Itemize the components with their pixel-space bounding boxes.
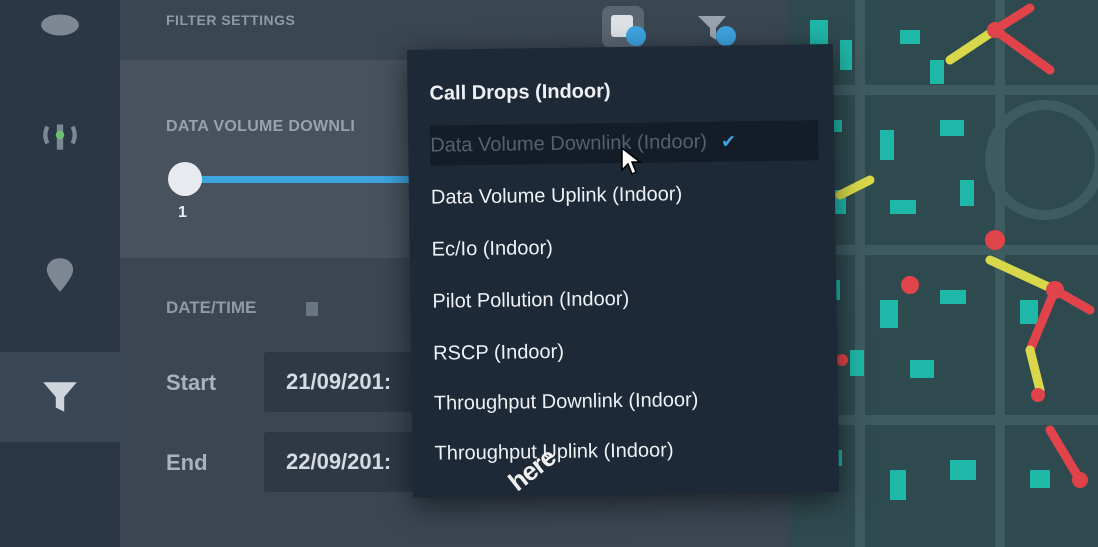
dropdown-option[interactable]: Call Drops (Indoor) [429,68,818,113]
checkmark-icon: ✔ [720,130,737,152]
sidebar-item-antenna[interactable] [0,90,120,180]
option-label: Data Volume Uplink (Indoor) [430,182,683,209]
sidebar [0,0,120,547]
filter-toggle-button[interactable] [692,6,736,48]
slider-value: 1 [178,204,187,221]
slider-handle[interactable] [168,162,202,196]
slider-track[interactable] [180,176,420,183]
panel-title: FILTER SETTINGS [166,12,296,28]
trash-icon[interactable] [306,302,318,316]
dropdown-option[interactable]: Pilot Pollution (Indoor) [432,276,821,321]
start-label: Start [166,370,217,395]
dropdown-option[interactable]: Ec/Io (Indoor) [431,224,820,269]
sidebar-item-location[interactable] [0,230,120,320]
end-date-field[interactable]: 22/09/201: [264,432,434,492]
location-pin-icon [46,258,74,292]
metric-label: DATA VOLUME DOWNLI [166,118,356,135]
filter-badge [716,26,736,46]
eye-icon [41,14,79,36]
dropdown-option[interactable]: Throughput Downlink (Indoor) [434,378,823,423]
dropdown-option[interactable]: Data Volume Uplink (Indoor) [431,172,820,217]
option-label: Ec/Io (Indoor) [431,236,553,261]
start-date-field[interactable]: 21/09/201: [264,352,434,412]
sidebar-item-filter[interactable] [0,352,120,442]
end-label: End [166,450,208,475]
option-label: Throughput Downlink (Indoor) [433,388,699,415]
filter-icon [43,382,77,412]
sidebar-item-view[interactable] [0,0,120,70]
option-label: RSCP (Indoor) [432,340,565,365]
option-label: Data Volume Downlink (Indoor) [430,130,708,157]
dropdown-option[interactable]: Throughput Uplink (Indoor) [434,428,823,473]
layers-button[interactable] [602,6,646,48]
layers-badge [626,26,646,46]
option-label: Pilot Pollution (Indoor) [432,287,630,313]
antenna-icon [43,124,77,150]
datetime-title: DATE/TIME [166,298,257,317]
mouse-cursor-icon [621,146,643,176]
dropdown-option[interactable]: RSCP (Indoor) [433,328,822,373]
option-label: Call Drops (Indoor) [429,79,611,105]
metric-dropdown: Call Drops (Indoor) Data Volume Downlink… [406,44,840,498]
